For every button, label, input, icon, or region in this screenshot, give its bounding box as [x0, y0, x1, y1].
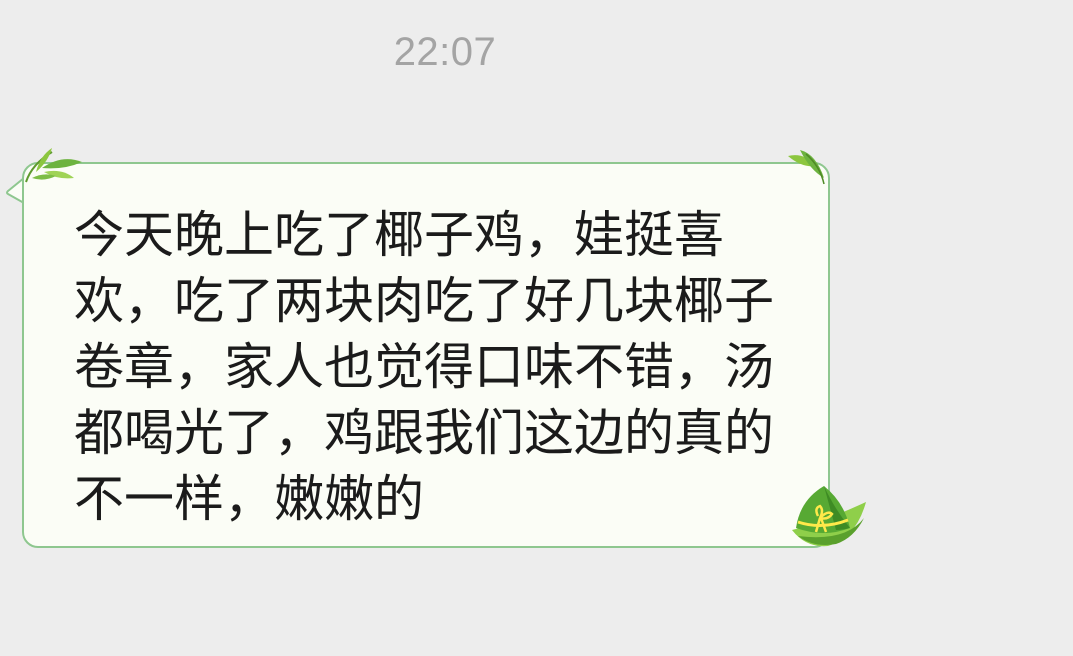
bamboo-leaf-icon [788, 150, 825, 185]
bamboo-leaf-icon [25, 148, 82, 183]
chat-timestamp: 22:07 [393, 30, 497, 74]
message-text: 今天晚上吃了椰子鸡，娃挺喜欢，吃了两块肉吃了好几块椰子卷章，家人也觉得口味不错，… [74, 206, 774, 528]
message-bubble[interactable]: 今天晚上吃了椰子鸡，娃挺喜欢，吃了两块肉吃了好几块椰子卷章，家人也觉得口味不错，… [22, 162, 830, 548]
zongzi-icon [792, 486, 866, 547]
